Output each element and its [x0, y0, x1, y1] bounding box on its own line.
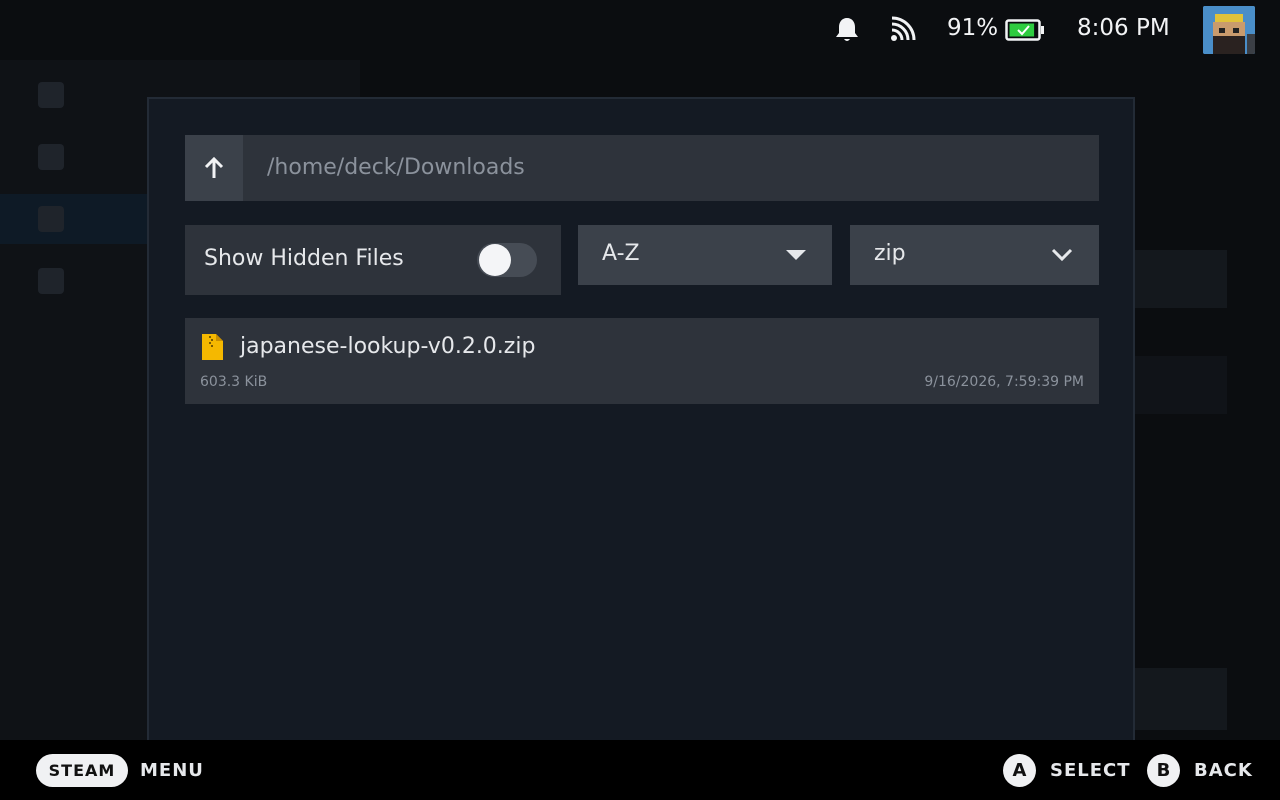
- chevron-down-icon: [1051, 248, 1073, 262]
- show-hidden-files-toggle[interactable]: [477, 243, 537, 277]
- file-modified-date: 9/16/2026, 7:59:39 PM: [924, 374, 1084, 390]
- back-hint-label: BACK: [1194, 760, 1253, 781]
- menu-hint-label: MENU: [140, 760, 204, 781]
- status-bar: 91% 8:06 PM: [0, 0, 1280, 60]
- path-bar: /home/deck/Downloads: [185, 135, 1099, 201]
- file-type-filter-dropdown[interactable]: zip: [850, 225, 1099, 285]
- background-icon: [38, 82, 64, 108]
- steam-button[interactable]: STEAM: [36, 754, 128, 787]
- show-hidden-files-row[interactable]: Show Hidden Files: [185, 225, 561, 295]
- steam-deck-screen: 91% 8:06 PM /home/deck/Downloads Show Hi…: [0, 0, 1280, 800]
- file-list-item[interactable]: japanese-lookup-v0.2.0.zip 603.3 KiB 9/1…: [185, 318, 1099, 404]
- wifi-icon[interactable]: [888, 16, 918, 44]
- bottom-button-hints: STEAM MENU A SELECT B BACK: [0, 740, 1280, 800]
- file-type-filter-value: zip: [874, 241, 906, 266]
- background-icon: [38, 268, 64, 294]
- a-button-glyph[interactable]: A: [1003, 754, 1036, 787]
- b-button-glyph[interactable]: B: [1147, 754, 1180, 787]
- file-size: 603.3 KiB: [200, 374, 268, 390]
- background-icon: [38, 206, 64, 232]
- zip-file-icon: [202, 334, 223, 360]
- parent-directory-button[interactable]: [185, 135, 243, 201]
- path-input[interactable]: /home/deck/Downloads: [243, 135, 525, 201]
- background-icon: [38, 144, 64, 170]
- battery-icon: [1005, 19, 1044, 41]
- clock: 8:06 PM: [1077, 15, 1170, 41]
- file-name: japanese-lookup-v0.2.0.zip: [240, 334, 536, 359]
- background-panel: [1135, 356, 1227, 414]
- background-panel: [1135, 668, 1227, 730]
- sort-order-dropdown[interactable]: A-Z: [578, 225, 832, 285]
- caret-down-icon: [786, 250, 806, 260]
- avatar[interactable]: [1203, 6, 1255, 54]
- background-panel: [1135, 250, 1227, 308]
- toggle-knob: [479, 244, 511, 276]
- battery-percent: 91%: [947, 15, 999, 41]
- sort-order-value: A-Z: [602, 241, 640, 266]
- bell-icon[interactable]: [834, 16, 860, 44]
- select-hint-label: SELECT: [1050, 760, 1131, 781]
- arrow-up-icon: [204, 156, 224, 178]
- show-hidden-files-label: Show Hidden Files: [204, 246, 404, 271]
- file-picker-modal: /home/deck/Downloads Show Hidden Files A…: [147, 97, 1135, 740]
